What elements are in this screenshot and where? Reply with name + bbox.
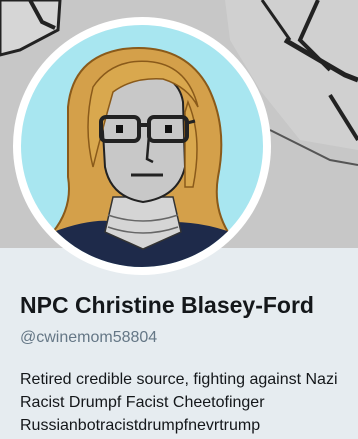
profile-bio: Retired credible source, fighting agains… <box>20 371 338 434</box>
npc-avatar-image <box>21 25 263 267</box>
profile-handle[interactable]: @cwinemom58804 <box>20 329 157 347</box>
profile-display-name: NPC Christine Blasey-Ford <box>20 292 314 318</box>
profile-avatar[interactable] <box>13 17 271 275</box>
